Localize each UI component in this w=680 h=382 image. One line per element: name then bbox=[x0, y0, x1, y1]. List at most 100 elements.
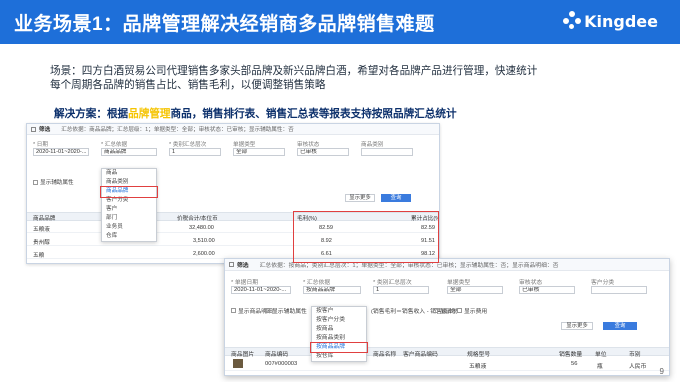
solution-suffix: 商品，销售排行表、销售汇总表等报表支持按照品牌汇总统计 bbox=[170, 108, 457, 120]
basis-field[interactable]: * 汇总依据 按商品品牌 bbox=[303, 277, 361, 294]
show-fee-checkbox[interactable]: 显示费用 bbox=[457, 306, 487, 315]
dropdown-option[interactable]: 按客户 bbox=[312, 307, 366, 316]
checkbox-box[interactable] bbox=[433, 308, 438, 313]
level-input[interactable]: 1 bbox=[169, 148, 221, 156]
dropdown-option[interactable]: 仓库 bbox=[102, 232, 156, 241]
dropdown-option[interactable]: 客户 bbox=[102, 205, 156, 214]
kingdee-logo-mark-icon bbox=[563, 11, 582, 31]
amount-cell: 32,480.00 bbox=[189, 225, 214, 231]
date-field[interactable]: * 单据日期 2020-11-01~2020-... bbox=[231, 277, 291, 294]
description-line-1: 场景：四方白酒贸易公司代理销售多家头部品牌及新兴品牌白酒，希望对各品牌产品进行管… bbox=[50, 65, 538, 77]
audit-status-field[interactable]: 审核状态 已审核 bbox=[297, 140, 349, 156]
solution-highlight: 品牌管理 bbox=[128, 108, 171, 120]
doc-type-label: 单据类型 bbox=[447, 280, 471, 286]
dropdown-option[interactable]: 部门 bbox=[102, 214, 156, 223]
filter-label: 筛选 bbox=[39, 127, 51, 133]
kingdee-logo: Kingdee bbox=[563, 11, 658, 31]
checkbox-box[interactable] bbox=[33, 179, 38, 185]
doc-type-field[interactable]: 单据类型 全部 bbox=[447, 277, 503, 294]
sales-summary-screenshot: 筛选 汇总依据：按商品；类别汇总层次：1；单据类型：全部；审核状态：已审核；显示… bbox=[224, 258, 670, 376]
selected-option-highlight bbox=[310, 342, 368, 353]
audit-status-label: 审核状态 bbox=[519, 280, 543, 286]
date-label: * 单据日期 bbox=[231, 280, 259, 286]
show-more-button[interactable]: 显示更多 bbox=[561, 322, 593, 330]
filter-icon bbox=[229, 262, 234, 267]
level-field[interactable]: * 类别汇总层次 1 bbox=[373, 277, 429, 294]
dropdown-option[interactable]: 按客户分类 bbox=[312, 316, 366, 325]
filter-icon bbox=[31, 126, 36, 132]
category-label: 商品类别 bbox=[361, 142, 384, 148]
show-more-button[interactable]: 显示更多 bbox=[345, 194, 375, 202]
dropdown-option[interactable]: 按仓库 bbox=[312, 352, 366, 361]
basis-select[interactable]: 按商品品牌 bbox=[303, 286, 361, 294]
scenario-description: 场景：四方白酒贸易公司代理销售多家头部品牌及新兴品牌白酒，希望对各品牌产品进行管… bbox=[50, 64, 610, 92]
date-input[interactable]: 2020-11-01~2020-... bbox=[231, 286, 291, 294]
show-aux-label: 显示辅助属性 bbox=[40, 180, 74, 186]
date-label: * 日期 bbox=[33, 142, 48, 148]
customer-category-label: 客户分类 bbox=[591, 280, 615, 286]
level-input[interactable]: 1 bbox=[373, 286, 429, 294]
selected-option-highlight bbox=[100, 186, 158, 198]
date-input[interactable]: 2020-11-01~2020-... bbox=[33, 148, 89, 156]
col-amount: 价税合计/本位币 bbox=[177, 216, 218, 222]
basis-field[interactable]: * 汇总依据 商品品牌 bbox=[101, 140, 157, 156]
doc-type-field[interactable]: 单据类型 全部 bbox=[233, 140, 285, 156]
date-field[interactable]: * 日期 2020-11-01~2020-... bbox=[33, 140, 89, 156]
basis-dropdown[interactable]: 商品 商品类别 商品品牌 客户分类 客户 部门 业务员 仓库 bbox=[101, 168, 157, 242]
currency-cell: 人民币 bbox=[629, 364, 647, 370]
table-row[interactable]: 007#000003 五粮液 56 瓶 人民币 bbox=[225, 357, 669, 371]
show-tax-checkbox[interactable]: 显示税 bbox=[433, 306, 457, 315]
doc-type-select[interactable]: 全部 bbox=[233, 148, 285, 156]
audit-status-select[interactable]: 已审核 bbox=[519, 286, 575, 294]
checkbox-label: 显示辅助属性 bbox=[272, 309, 307, 315]
dropdown-option[interactable]: 商品 bbox=[102, 169, 156, 178]
filter-bar[interactable]: 筛选 汇总依据：按商品；类别汇总层次：1；单据类型：全部；审核状态：已审核；显示… bbox=[225, 259, 669, 271]
dropdown-option[interactable]: 业务员 bbox=[102, 223, 156, 232]
audit-status-select[interactable]: 已审核 bbox=[297, 148, 349, 156]
solution-prefix: 解决方案：根据 bbox=[54, 108, 129, 120]
checkbox-box[interactable] bbox=[231, 308, 236, 313]
doc-type-select[interactable]: 全部 bbox=[447, 286, 503, 294]
percent-columns-highlight bbox=[293, 211, 439, 263]
qty-cell: 56 bbox=[571, 361, 578, 367]
audit-status-field[interactable]: 审核状态 已审核 bbox=[519, 277, 575, 294]
checkbox-box[interactable] bbox=[457, 308, 462, 313]
brand-cell: 五粮液 bbox=[33, 227, 50, 233]
table-header: 商品图片 商品编码 商品名称 客户商品编码 规格型号 销售数量 单位 币别 bbox=[225, 347, 669, 358]
filter-label: 筛选 bbox=[237, 263, 249, 269]
amount-cell: 2,600.00 bbox=[193, 251, 215, 257]
basis-label: * 汇总依据 bbox=[101, 142, 128, 148]
brand-cell: 贵州醇 bbox=[33, 240, 50, 246]
level-label: * 类别汇总层次 bbox=[169, 142, 207, 148]
basis-select[interactable]: 商品品牌 bbox=[101, 148, 157, 156]
customer-category-field[interactable]: 客户分类 bbox=[591, 277, 647, 294]
code-cell: 007#000003 bbox=[265, 361, 298, 367]
checkbox-label: 显示税 bbox=[440, 309, 458, 315]
basis-dropdown[interactable]: 按客户 按客户分类 按商品 按商品类别 按商品品牌 按仓库 bbox=[311, 306, 367, 362]
filter-summary: 汇总依据：商品品牌；汇总层级：1；单据类型：全部；审核状态：已审核；显示辅助属性… bbox=[61, 127, 294, 133]
name-cell: 五粮液 bbox=[469, 364, 487, 370]
show-aux-checkbox[interactable]: 显示辅助属性 bbox=[265, 306, 307, 315]
doc-type-label: 单据类型 bbox=[233, 142, 256, 148]
page-number: 9 bbox=[659, 367, 664, 376]
level-field[interactable]: * 类别汇总层次 1 bbox=[169, 140, 221, 156]
show-aux-checkbox[interactable]: 显示辅助属性 bbox=[33, 178, 74, 186]
checkbox-box[interactable] bbox=[265, 308, 270, 313]
filter-bar[interactable]: 筛选 汇总依据：商品品牌；汇总层级：1；单据类型：全部；审核状态：已审核；显示辅… bbox=[27, 124, 439, 135]
sales-ranking-screenshot: 筛选 汇总依据：商品品牌；汇总层级：1；单据类型：全部；审核状态：已审核；显示辅… bbox=[26, 123, 440, 264]
level-label: * 类别汇总层次 bbox=[373, 280, 412, 286]
col-brand: 商品品牌 bbox=[33, 216, 56, 222]
solution-statement: 解决方案：根据品牌管理商品，销售排行表、销售汇总表等报表支持按照品牌汇总统计 bbox=[54, 106, 457, 121]
query-button[interactable]: 查询 bbox=[381, 194, 411, 202]
title-banner: 业务场景1：品牌管理解决经销商多品牌销售难题 Kingdee bbox=[0, 0, 680, 44]
dropdown-option[interactable]: 按商品 bbox=[312, 325, 366, 334]
product-thumbnail bbox=[233, 359, 243, 368]
checkbox-label: 显示费用 bbox=[464, 309, 488, 315]
category-field[interactable]: 商品类别 bbox=[361, 140, 413, 156]
category-input[interactable] bbox=[361, 148, 413, 156]
customer-category-input[interactable] bbox=[591, 286, 647, 294]
brand-cell: 五粮 bbox=[33, 253, 45, 259]
query-button[interactable]: 查询 bbox=[603, 322, 637, 330]
amount-cell: 3,510.00 bbox=[193, 238, 215, 244]
slide-title: 业务场景1：品牌管理解决经销商多品牌销售难题 bbox=[14, 14, 435, 35]
